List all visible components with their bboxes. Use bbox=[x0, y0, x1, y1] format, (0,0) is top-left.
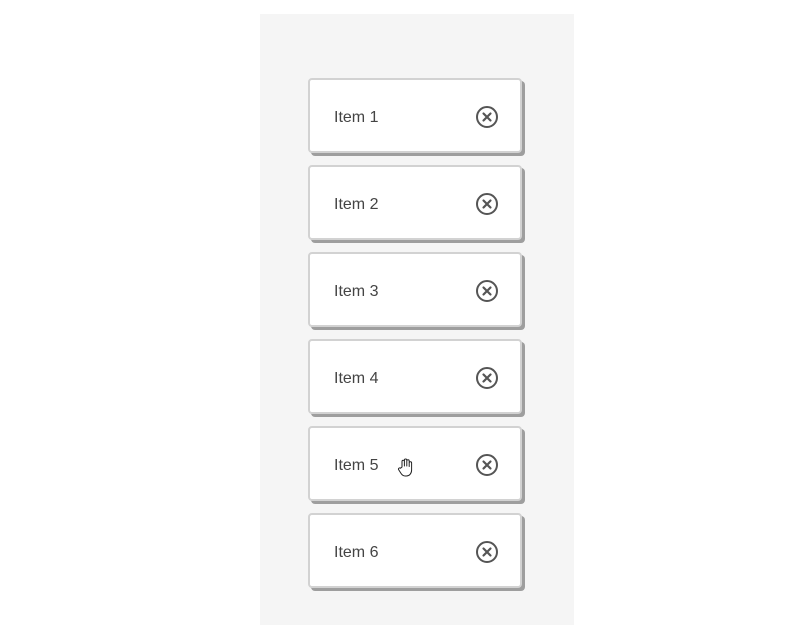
close-circle-icon[interactable] bbox=[475, 105, 499, 129]
list-item-label: Item 2 bbox=[334, 196, 379, 213]
list-item-label: Item 6 bbox=[334, 544, 379, 561]
close-circle-icon[interactable] bbox=[475, 540, 499, 564]
list-item[interactable]: Item 2 bbox=[308, 165, 522, 240]
list-item-label: Item 5 bbox=[334, 457, 379, 474]
sortable-list-panel: Item 1 Item 2 Item 3 Item 4 Item 5 Item … bbox=[260, 14, 574, 625]
list-item[interactable]: Item 3 bbox=[308, 252, 522, 327]
list-item-label: Item 3 bbox=[334, 283, 379, 300]
close-circle-icon[interactable] bbox=[475, 279, 499, 303]
list-item-label: Item 4 bbox=[334, 370, 379, 387]
close-circle-icon[interactable] bbox=[475, 453, 499, 477]
close-circle-icon[interactable] bbox=[475, 366, 499, 390]
close-circle-icon[interactable] bbox=[475, 192, 499, 216]
sortable-list: Item 1 Item 2 Item 3 Item 4 Item 5 Item … bbox=[308, 78, 526, 600]
list-item[interactable]: Item 4 bbox=[308, 339, 522, 414]
list-item-label: Item 1 bbox=[334, 109, 379, 126]
list-item[interactable]: Item 6 bbox=[308, 513, 522, 588]
list-item[interactable]: Item 1 bbox=[308, 78, 522, 153]
list-item[interactable]: Item 5 bbox=[308, 426, 522, 501]
